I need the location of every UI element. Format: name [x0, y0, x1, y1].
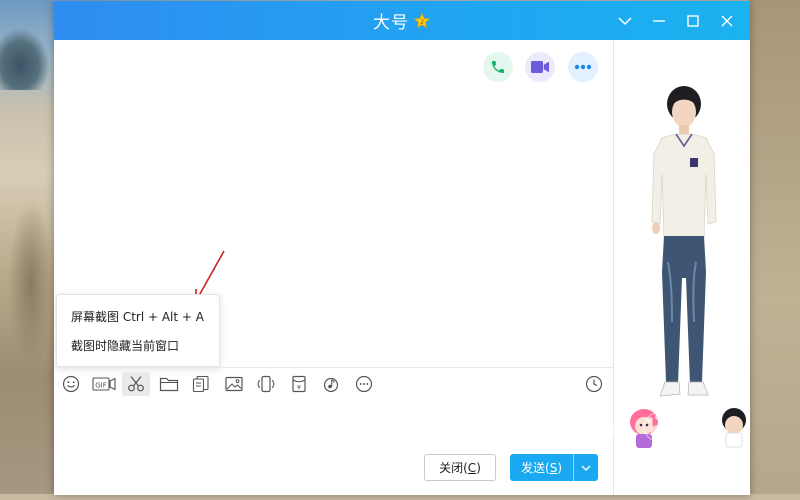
menu-item-hide-window-capture[interactable]: 截图时隐藏当前窗口 [57, 332, 219, 361]
window-title: 大号 [373, 13, 409, 33]
more-actions-button[interactable] [568, 52, 598, 82]
clock-icon [585, 375, 603, 393]
title-bar[interactable]: 大号 2 [54, 1, 750, 40]
minimize-icon[interactable] [642, 1, 676, 40]
red-packet-button[interactable]: ¥ [285, 372, 313, 396]
doc-icon [192, 375, 209, 393]
close-button[interactable]: 关闭(C) [424, 454, 496, 481]
maximize-icon[interactable] [676, 1, 710, 40]
more-icon [574, 64, 592, 70]
more-circle-icon [355, 375, 372, 393]
desktop-background-right [748, 0, 800, 500]
shake-button[interactable] [252, 372, 280, 396]
avatar-show-pane [614, 40, 750, 495]
chevron-down-icon [581, 465, 591, 471]
mini-avatars-image[interactable] [622, 400, 750, 470]
menu-item-screen-capture[interactable]: 屏幕截图 Ctrl + Alt + A [57, 303, 219, 332]
emoji-icon [62, 375, 80, 393]
chevron-down-icon[interactable] [608, 1, 642, 40]
scissors-icon [128, 376, 144, 392]
file-button[interactable] [155, 372, 183, 396]
phone-icon [492, 61, 504, 73]
emoji-button[interactable] [57, 372, 85, 396]
image-button[interactable] [220, 372, 248, 396]
send-options-dropdown[interactable] [574, 454, 598, 481]
folder-icon [159, 377, 178, 392]
send-button-group: 发送(S) [510, 454, 598, 481]
shake-icon [257, 375, 275, 393]
chat-pane: 屏幕截图 Ctrl + Alt + A 截图时隐藏当前窗口 GIF ¥ 关闭(… [54, 40, 613, 495]
gif-button[interactable]: GIF [90, 372, 118, 396]
image-icon [224, 376, 243, 392]
more-tools-button[interactable] [350, 372, 378, 396]
avatar-figure-image[interactable] [632, 82, 732, 418]
send-button-label: 发送( [521, 461, 550, 475]
close-button-key: C [467, 460, 477, 475]
message-input[interactable] [60, 402, 608, 452]
screenshot-button[interactable] [122, 372, 150, 396]
message-history-button[interactable] [580, 372, 608, 396]
send-button[interactable]: 发送(S) [510, 454, 573, 481]
chat-window: 大号 2 屏幕截图 Ctrl + Alt + A 截图时隐藏当前窗口 GIF ¥… [54, 1, 750, 495]
svg-text:¥: ¥ [296, 384, 300, 392]
send-button-key: S [549, 460, 558, 475]
music-button[interactable] [317, 372, 345, 396]
desktop-background-left [0, 0, 54, 500]
online-doc-button[interactable] [187, 372, 215, 396]
close-button-label: 关闭( [439, 461, 468, 475]
input-toolbar: GIF ¥ [57, 372, 382, 396]
svg-text:2: 2 [420, 19, 424, 26]
close-button-tail: ) [476, 460, 481, 475]
gif-icon: GIF [91, 377, 116, 391]
send-button-tail: ) [557, 460, 562, 475]
red-packet-icon: ¥ [291, 375, 306, 393]
close-icon[interactable] [710, 1, 744, 40]
music-icon [323, 377, 339, 393]
input-divider [54, 367, 613, 368]
video-camera-icon [531, 61, 549, 73]
screenshot-menu: 屏幕截图 Ctrl + Alt + A 截图时隐藏当前窗口 [56, 294, 220, 367]
window-controls [608, 1, 744, 40]
gif-label: GIF [95, 382, 107, 390]
video-call-button[interactable] [525, 52, 555, 82]
vip-star-icon: 2 [413, 12, 431, 30]
voice-call-button[interactable] [483, 52, 513, 82]
